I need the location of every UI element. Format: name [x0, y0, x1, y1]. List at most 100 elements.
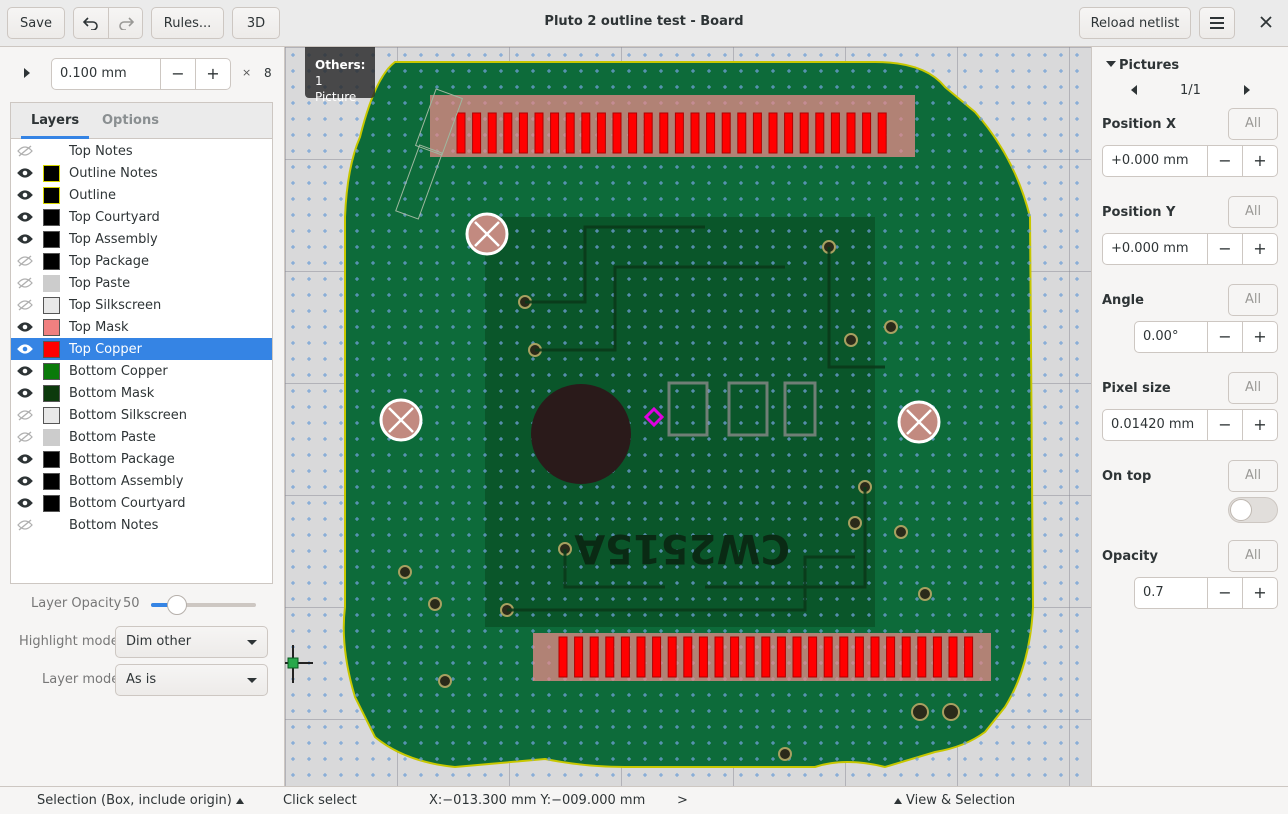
previous-picture-icon[interactable] [1131, 85, 1137, 95]
layer-row[interactable]: Top Copper [11, 338, 272, 360]
layer-color-swatch[interactable] [43, 406, 60, 424]
view-selection-menu[interactable]: View & Selection [890, 793, 1015, 808]
eye-hidden-icon[interactable] [17, 409, 33, 421]
layer-color-swatch[interactable] [43, 164, 60, 182]
eye-icon[interactable] [17, 343, 33, 355]
board-view[interactable]: CW2515A [285, 47, 1091, 786]
eye-hidden-icon[interactable] [17, 431, 33, 443]
grid-spacing-decrease-button[interactable]: − [160, 59, 195, 89]
position-x-spinbutton[interactable]: +0.000 mm − + [1102, 145, 1278, 177]
position-y-all-button[interactable]: All [1228, 196, 1278, 228]
layer-row[interactable]: Outline [11, 184, 272, 206]
layer-color-swatch[interactable] [43, 472, 60, 490]
position-x-all-button[interactable]: All [1228, 108, 1278, 140]
undo-button[interactable] [73, 7, 109, 39]
pixel-size-spinbutton[interactable]: 0.01420 mm − + [1102, 409, 1278, 441]
main-menu-button[interactable] [1199, 7, 1235, 39]
eye-icon[interactable] [17, 233, 33, 245]
layer-row[interactable]: Bottom Copper [11, 360, 272, 382]
layer-opacity-slider[interactable] [151, 595, 256, 615]
expand-status-arrow[interactable]: > [677, 793, 688, 808]
layer-color-swatch[interactable] [43, 362, 60, 380]
layer-color-swatch[interactable] [43, 340, 60, 358]
layer-color-swatch[interactable] [43, 208, 60, 226]
position-y-value[interactable]: +0.000 mm [1103, 234, 1207, 264]
layer-color-swatch[interactable] [43, 186, 60, 204]
3d-view-button[interactable]: 3D [232, 7, 280, 39]
layer-row[interactable]: Top Paste [11, 272, 272, 294]
redo-button[interactable] [109, 7, 143, 39]
eye-hidden-icon[interactable] [17, 299, 33, 311]
grid-spacing-increase-button[interactable]: + [195, 59, 230, 89]
eye-icon[interactable] [17, 167, 33, 179]
layer-row[interactable]: Bottom Paste [11, 426, 272, 448]
layer-color-swatch[interactable] [43, 296, 60, 314]
eye-hidden-icon[interactable] [17, 255, 33, 267]
layer-row[interactable]: Bottom Silkscreen [11, 404, 272, 426]
board-canvas[interactable]: CW2515A Others: 1 Picture [284, 47, 1091, 786]
layer-color-swatch[interactable] [43, 252, 60, 270]
layer-color-swatch[interactable] [43, 428, 60, 446]
angle-spinbutton[interactable]: 0.00° − + [1134, 321, 1278, 353]
opacity-increase-button[interactable]: + [1242, 578, 1277, 608]
eye-icon[interactable] [17, 211, 33, 223]
layer-color-swatch[interactable] [43, 384, 60, 402]
layer-row[interactable]: Bottom Courtyard [11, 492, 272, 514]
reload-netlist-button[interactable]: Reload netlist [1079, 7, 1191, 39]
close-window-button[interactable] [1256, 13, 1276, 33]
layer-mode-dropdown[interactable]: As is [115, 664, 268, 696]
eye-icon[interactable] [17, 497, 33, 509]
layer-row[interactable]: Bottom Assembly [11, 470, 272, 492]
eye-hidden-icon[interactable] [17, 145, 33, 157]
eye-icon[interactable] [17, 189, 33, 201]
eye-icon[interactable] [17, 387, 33, 399]
layer-row[interactable]: Top Mask [11, 316, 272, 338]
pixel-size-decrease-button[interactable]: − [1207, 410, 1242, 440]
eye-hidden-icon[interactable] [17, 519, 33, 531]
opacity-decrease-button[interactable]: − [1207, 578, 1242, 608]
angle-all-button[interactable]: All [1228, 284, 1278, 316]
layer-row[interactable]: Top Package [11, 250, 272, 272]
expand-grid-settings-icon[interactable] [24, 68, 30, 78]
layer-color-swatch[interactable] [43, 450, 60, 468]
highlight-mode-dropdown[interactable]: Dim other [115, 626, 268, 658]
layer-row[interactable]: Top Notes [11, 140, 272, 162]
position-y-spinbutton[interactable]: +0.000 mm − + [1102, 233, 1278, 265]
grid-spacing-value[interactable]: 0.100 mm [52, 59, 160, 89]
layer-opacity-slider-handle[interactable] [167, 595, 188, 615]
angle-value[interactable]: 0.00° [1135, 322, 1207, 352]
rules-button[interactable]: Rules... [151, 7, 224, 39]
eye-icon[interactable] [17, 321, 33, 333]
layer-row[interactable]: Top Assembly [11, 228, 272, 250]
on-top-switch[interactable] [1228, 497, 1278, 523]
tab-options[interactable]: Options [92, 103, 169, 139]
eye-icon[interactable] [17, 365, 33, 377]
pixel-size-increase-button[interactable]: + [1242, 410, 1277, 440]
eye-icon[interactable] [17, 453, 33, 465]
layer-color-swatch[interactable] [43, 494, 60, 512]
grid-spacing-spinbutton[interactable]: 0.100 mm − + [51, 58, 231, 90]
position-x-increase-button[interactable]: + [1242, 146, 1277, 176]
position-x-value[interactable]: +0.000 mm [1103, 146, 1207, 176]
opacity-value[interactable]: 0.7 [1135, 578, 1207, 608]
layer-row[interactable]: Bottom Mask [11, 382, 272, 404]
layer-row[interactable]: Bottom Package [11, 448, 272, 470]
layer-color-swatch[interactable] [43, 318, 60, 336]
position-y-increase-button[interactable]: + [1242, 234, 1277, 264]
layer-color-swatch[interactable] [43, 517, 60, 534]
eye-hidden-icon[interactable] [17, 277, 33, 289]
position-x-decrease-button[interactable]: − [1207, 146, 1242, 176]
eye-icon[interactable] [17, 475, 33, 487]
position-y-decrease-button[interactable]: − [1207, 234, 1242, 264]
layer-color-swatch[interactable] [43, 230, 60, 248]
layer-row[interactable]: Top Courtyard [11, 206, 272, 228]
angle-increase-button[interactable]: + [1242, 322, 1277, 352]
next-picture-icon[interactable] [1244, 85, 1250, 95]
selection-mode-menu[interactable]: Selection (Box, include origin) [37, 793, 248, 808]
on-top-all-button[interactable]: All [1228, 460, 1278, 492]
pixel-size-all-button[interactable]: All [1228, 372, 1278, 404]
layer-color-swatch[interactable] [43, 274, 60, 292]
pixel-size-value[interactable]: 0.01420 mm [1103, 410, 1207, 440]
layer-row[interactable]: Bottom Notes [11, 514, 272, 536]
layer-color-swatch[interactable] [43, 143, 60, 160]
